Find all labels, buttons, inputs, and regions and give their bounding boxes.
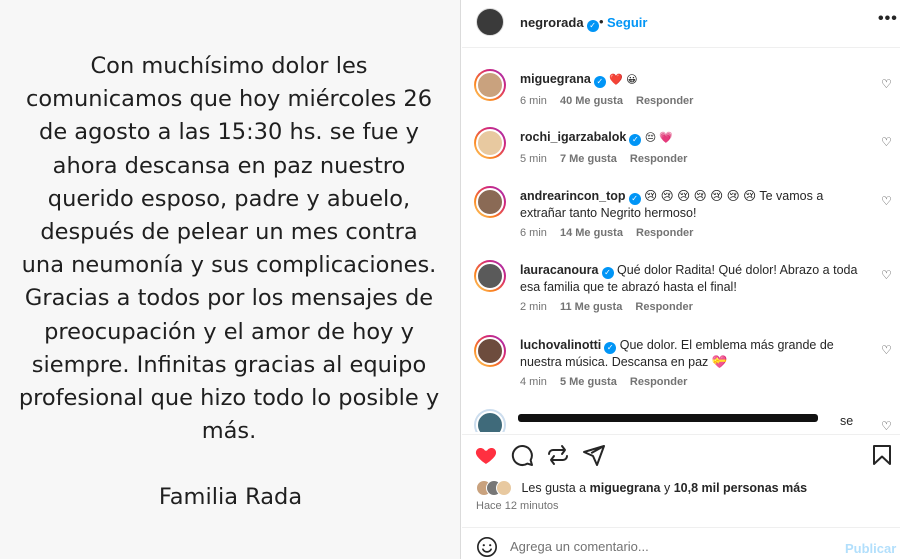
- commenter-username[interactable]: rochi_igarzabalok: [520, 130, 626, 144]
- verified-icon: ✓: [604, 342, 617, 354]
- likes-middle: y: [663, 481, 671, 495]
- commenter-avatar[interactable]: [474, 260, 506, 292]
- follow-button[interactable]: Seguir: [607, 15, 647, 30]
- post-header: negrorada ✓ • Seguir •••: [462, 0, 900, 48]
- reply-button[interactable]: Responder: [635, 301, 692, 313]
- save-icon[interactable]: [870, 443, 894, 467]
- share-icon[interactable]: [546, 443, 570, 467]
- comment-text: miguegrana ✓ ❤️ 😀: [520, 71, 860, 88]
- comment-text: luchovalinotti ✓ Que dolor. El emblema má…: [520, 337, 860, 370]
- redaction-mark: [518, 414, 818, 422]
- comment-like-icon[interactable]: ♡: [881, 77, 892, 91]
- verified-icon: ✓: [586, 20, 599, 32]
- comment-meta: 5 min 7 Me gusta Responder: [520, 153, 697, 165]
- comment-time: 4 min: [520, 376, 547, 388]
- commenter-avatar[interactable]: [474, 186, 506, 218]
- post-image: Con muchísimo dolor les comunicamos que …: [0, 0, 461, 559]
- heart-icon[interactable]: [474, 443, 498, 467]
- smile-icon[interactable]: [476, 536, 498, 558]
- commenter-username[interactable]: lauracanoura: [520, 263, 599, 277]
- publish-button[interactable]: Publicar: [845, 541, 896, 556]
- add-comment-bar: Publicar: [462, 527, 900, 559]
- comment-meta: 6 min 14 Me gusta Responder: [520, 227, 703, 239]
- reply-button[interactable]: Responder: [636, 227, 693, 239]
- comment-like-icon[interactable]: ♡: [881, 268, 892, 282]
- post-timestamp: Hace 12 minutos: [476, 500, 559, 512]
- more-icon[interactable]: •••: [878, 10, 898, 28]
- comment-like-icon[interactable]: ♡: [881, 135, 892, 149]
- comment-meta: 2 min 11 Me gusta Responder: [520, 301, 703, 313]
- comment-like-icon[interactable]: ♡: [881, 343, 892, 357]
- comment-time: 6 min: [520, 227, 547, 239]
- separator-dot: •: [599, 14, 604, 29]
- verified-icon: ✓: [629, 134, 642, 146]
- commenter-avatar[interactable]: [474, 127, 506, 159]
- likes-count[interactable]: 10,8 mil personas más: [674, 481, 807, 495]
- comment-meta: 4 min 5 Me gusta Responder: [520, 376, 697, 388]
- comment-likes[interactable]: 40 Me gusta: [560, 95, 623, 107]
- author-username[interactable]: negrorada ✓: [520, 15, 599, 32]
- likes-summary[interactable]: Les gusta a miguegrana y 10,8 mil person…: [476, 480, 807, 496]
- comment-meta: 6 min 40 Me gusta Responder: [520, 95, 703, 107]
- post-signature: Familia Rada: [158, 484, 303, 510]
- liker-avatar: [496, 480, 512, 496]
- reply-button[interactable]: Responder: [630, 376, 687, 388]
- author-username-label[interactable]: negrorada: [520, 15, 584, 30]
- likes-user[interactable]: miguegrana: [590, 481, 661, 495]
- verified-icon: ✓: [593, 76, 606, 88]
- comment-content: se: [840, 414, 854, 428]
- comment-likes[interactable]: 7 Me gusta: [560, 153, 617, 165]
- commenter-avatar[interactable]: [474, 409, 506, 432]
- send-icon[interactable]: [582, 443, 606, 467]
- commenter-username[interactable]: luchovalinotti: [520, 338, 601, 352]
- comment-time: 5 min: [520, 153, 547, 165]
- comment-time: 2 min: [520, 301, 547, 313]
- verified-icon: ✓: [628, 193, 641, 205]
- comment-content: ❤️ 😀: [609, 74, 638, 86]
- post-actions: [462, 434, 900, 474]
- comment-likes[interactable]: 11 Me gusta: [560, 301, 622, 313]
- commenter-username[interactable]: miguegrana: [520, 72, 591, 86]
- comment-likes[interactable]: 5 Me gusta: [560, 376, 617, 388]
- comment-text: rochi_igarzabalok ✓ 😔 💗: [520, 129, 860, 146]
- comment-text: lauracanoura ✓ Qué dolor Radita! Qué dolo…: [520, 262, 860, 295]
- commenter-username[interactable]: andrearincon_top: [520, 189, 626, 203]
- comment-text: andrearincon_top ✓ 😢 😢 😢 😢 😢 😢 😢 Te vamos…: [520, 188, 860, 221]
- comment-time: 6 min: [520, 95, 547, 107]
- comment-input[interactable]: [510, 539, 810, 554]
- author-avatar[interactable]: [476, 8, 504, 36]
- comment-likes[interactable]: 14 Me gusta: [560, 227, 623, 239]
- commenter-avatar[interactable]: [474, 69, 506, 101]
- post-message: Con muchísimo dolor les comunicamos que …: [18, 53, 440, 445]
- likes-prefix: Les gusta a: [521, 481, 587, 495]
- comment-like-icon[interactable]: ♡: [881, 419, 892, 432]
- commenter-avatar[interactable]: [474, 335, 506, 367]
- comment-text: se: [840, 413, 870, 429]
- comment-content: 😔 💗: [644, 132, 674, 144]
- verified-icon: ✓: [601, 267, 614, 279]
- comment-icon[interactable]: [510, 443, 534, 467]
- reply-button[interactable]: Responder: [636, 95, 693, 107]
- reply-button[interactable]: Responder: [630, 153, 687, 165]
- post-sidebar: negrorada ✓ • Seguir ••• miguegrana ✓ ❤️ 😀…: [462, 0, 900, 559]
- comment-list[interactable]: miguegrana ✓ ❤️ 😀 6 min 40 Me gusta Respo…: [462, 49, 900, 432]
- comment-like-icon[interactable]: ♡: [881, 194, 892, 208]
